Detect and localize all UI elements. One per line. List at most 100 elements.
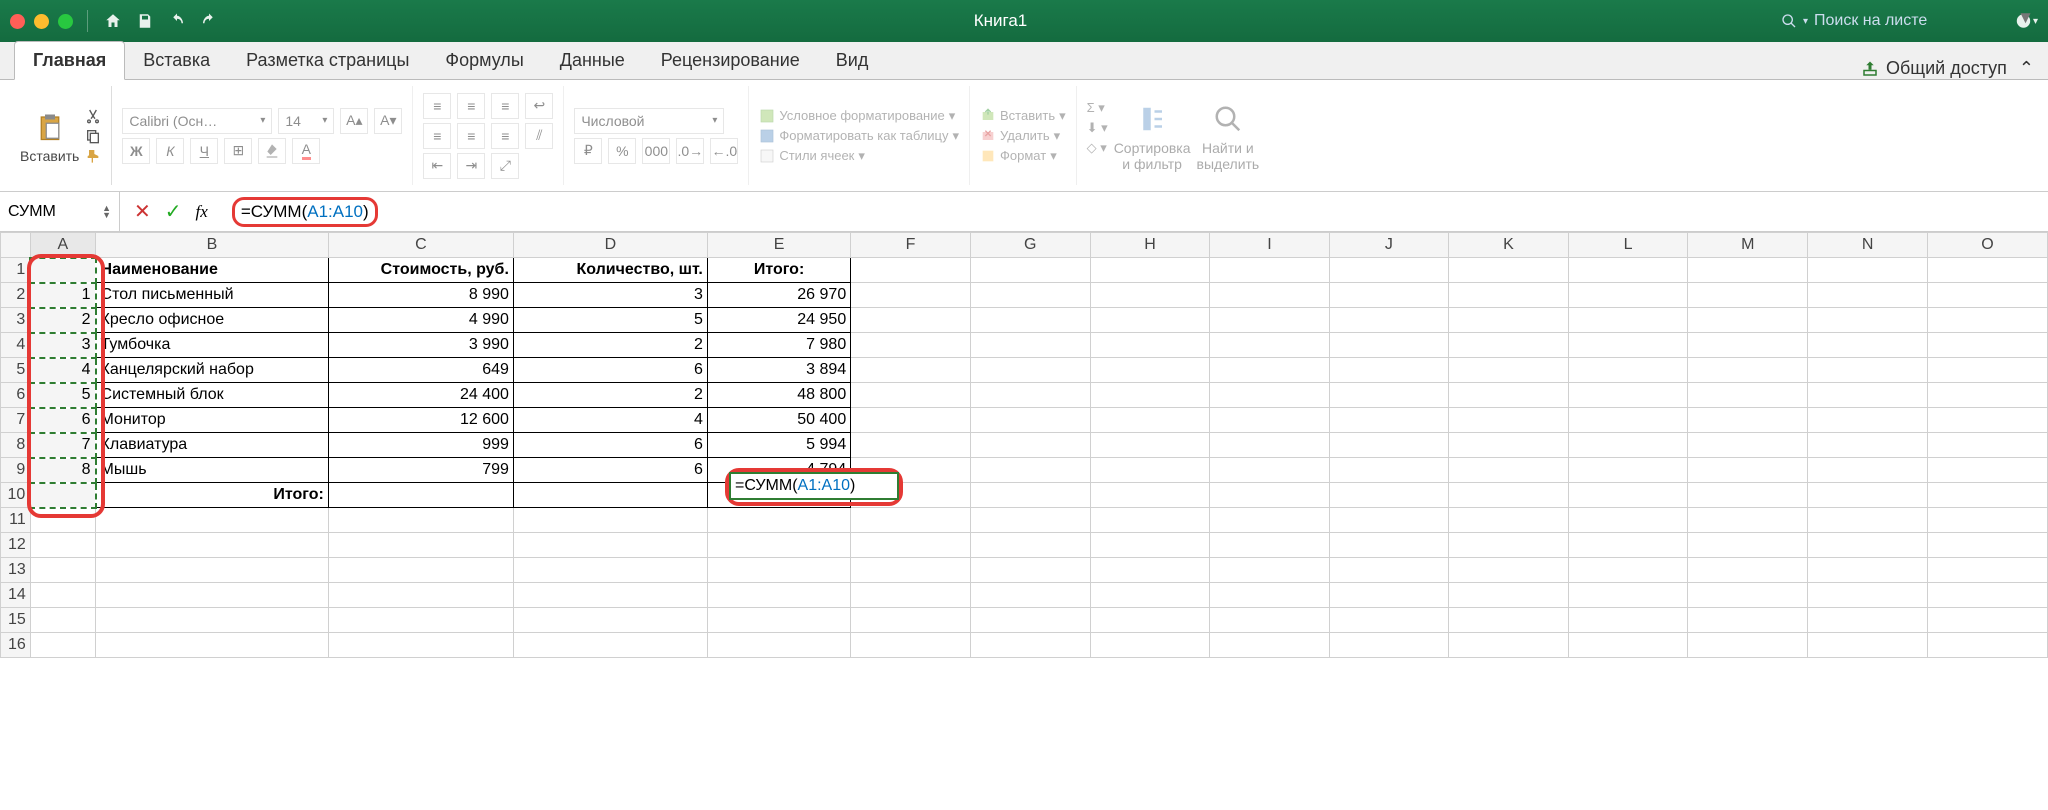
cell[interactable]	[328, 633, 513, 658]
cell[interactable]	[1808, 358, 1928, 383]
tab-data[interactable]: Данные	[542, 42, 643, 79]
underline-button[interactable]: Ч	[190, 138, 218, 164]
minimize-window[interactable]	[34, 14, 49, 29]
cell[interactable]: 3 990	[328, 333, 513, 358]
cell[interactable]: 6	[30, 408, 95, 433]
cell[interactable]	[1928, 608, 2048, 633]
cell[interactable]	[1449, 458, 1569, 483]
cell[interactable]	[851, 308, 971, 333]
select-all-corner[interactable]	[1, 233, 31, 258]
insert-cells[interactable]: Вставить ▾	[980, 108, 1066, 124]
cell[interactable]	[1449, 358, 1569, 383]
cell[interactable]	[1808, 608, 1928, 633]
cell[interactable]	[851, 383, 971, 408]
cell[interactable]: 3	[513, 283, 707, 308]
cell[interactable]	[851, 358, 971, 383]
cell[interactable]: 4	[30, 358, 95, 383]
cell[interactable]	[1688, 458, 1808, 483]
cell[interactable]: 999	[328, 433, 513, 458]
cell[interactable]	[1449, 608, 1569, 633]
cell[interactable]	[1210, 358, 1329, 383]
cell[interactable]	[851, 633, 971, 658]
redo-icon[interactable]	[198, 10, 220, 32]
cell[interactable]: 8 990	[328, 283, 513, 308]
cell[interactable]	[1568, 558, 1688, 583]
cell[interactable]	[1449, 633, 1569, 658]
cell[interactable]	[513, 583, 707, 608]
cell[interactable]: Клавиатура	[96, 433, 329, 458]
cell[interactable]	[1808, 508, 1928, 533]
cell[interactable]	[1090, 308, 1210, 333]
align-left-icon[interactable]: ≡	[423, 123, 451, 149]
autosum-icon[interactable]: Σ ▾	[1087, 100, 1108, 116]
cell[interactable]	[513, 633, 707, 658]
cell[interactable]	[1210, 633, 1329, 658]
cell[interactable]	[1928, 433, 2048, 458]
cell[interactable]	[96, 583, 329, 608]
cell[interactable]	[1210, 608, 1329, 633]
undo-icon[interactable]	[166, 10, 188, 32]
cell[interactable]	[1808, 483, 1928, 508]
col-header-N[interactable]: N	[1808, 233, 1928, 258]
cell[interactable]	[1808, 333, 1928, 358]
cell[interactable]	[707, 633, 850, 658]
percent-icon[interactable]: %	[608, 138, 636, 164]
cell[interactable]	[1688, 333, 1808, 358]
cell[interactable]	[1090, 558, 1210, 583]
cell[interactable]	[328, 483, 513, 508]
cell[interactable]: Итого:	[96, 483, 329, 508]
tab-view[interactable]: Вид	[818, 42, 887, 79]
cancel-formula-icon[interactable]: ✕	[134, 199, 151, 224]
cell[interactable]	[851, 333, 971, 358]
cell[interactable]	[1329, 358, 1448, 383]
worksheet[interactable]: A B C D E F G H I J K L M N O 1Наименова…	[0, 232, 2048, 810]
cell[interactable]	[1688, 308, 1808, 333]
cell[interactable]	[1808, 558, 1928, 583]
cell[interactable]	[1090, 633, 1210, 658]
cell[interactable]	[1688, 283, 1808, 308]
cell[interactable]: 2	[30, 308, 95, 333]
cell[interactable]	[1688, 483, 1808, 508]
cell[interactable]	[1210, 508, 1329, 533]
cell[interactable]: Наименование	[96, 258, 329, 283]
cell[interactable]	[1449, 258, 1569, 283]
borders-button[interactable]: ⊞	[224, 138, 252, 164]
cell[interactable]	[1688, 558, 1808, 583]
cell[interactable]: 6	[513, 433, 707, 458]
row-header-14[interactable]: 14	[1, 583, 31, 608]
tab-review[interactable]: Рецензирование	[643, 42, 818, 79]
home-icon[interactable]	[102, 10, 124, 32]
cell[interactable]	[970, 558, 1090, 583]
cell[interactable]: Количество, шт.	[513, 258, 707, 283]
cell[interactable]	[1568, 283, 1688, 308]
cell[interactable]	[1568, 333, 1688, 358]
cell[interactable]	[1449, 308, 1569, 333]
cell[interactable]	[1928, 333, 2048, 358]
cell[interactable]: Кресло офисное	[96, 308, 329, 333]
cell[interactable]	[96, 558, 329, 583]
row-header-6[interactable]: 6	[1, 383, 31, 408]
cell[interactable]	[851, 533, 971, 558]
cell[interactable]	[1928, 358, 2048, 383]
cell[interactable]	[1688, 533, 1808, 558]
cell[interactable]	[1808, 408, 1928, 433]
cell[interactable]	[970, 383, 1090, 408]
col-header-G[interactable]: G	[970, 233, 1090, 258]
accept-formula-icon[interactable]: ✓	[165, 199, 182, 224]
cell[interactable]	[30, 508, 95, 533]
cell[interactable]	[1329, 583, 1448, 608]
cell[interactable]	[1568, 608, 1688, 633]
row-header-15[interactable]: 15	[1, 608, 31, 633]
cell[interactable]	[1808, 383, 1928, 408]
cell[interactable]	[513, 508, 707, 533]
cell[interactable]	[1688, 433, 1808, 458]
cell[interactable]	[1210, 433, 1329, 458]
clear-icon[interactable]: ◇ ▾	[1087, 140, 1108, 156]
cell[interactable]	[96, 508, 329, 533]
cell[interactable]	[1568, 358, 1688, 383]
cell[interactable]: Тумбочка	[96, 333, 329, 358]
cell[interactable]: Итого:	[707, 258, 850, 283]
cut-button[interactable]	[85, 108, 101, 124]
cell[interactable]	[1210, 333, 1329, 358]
cell[interactable]: 7	[30, 433, 95, 458]
